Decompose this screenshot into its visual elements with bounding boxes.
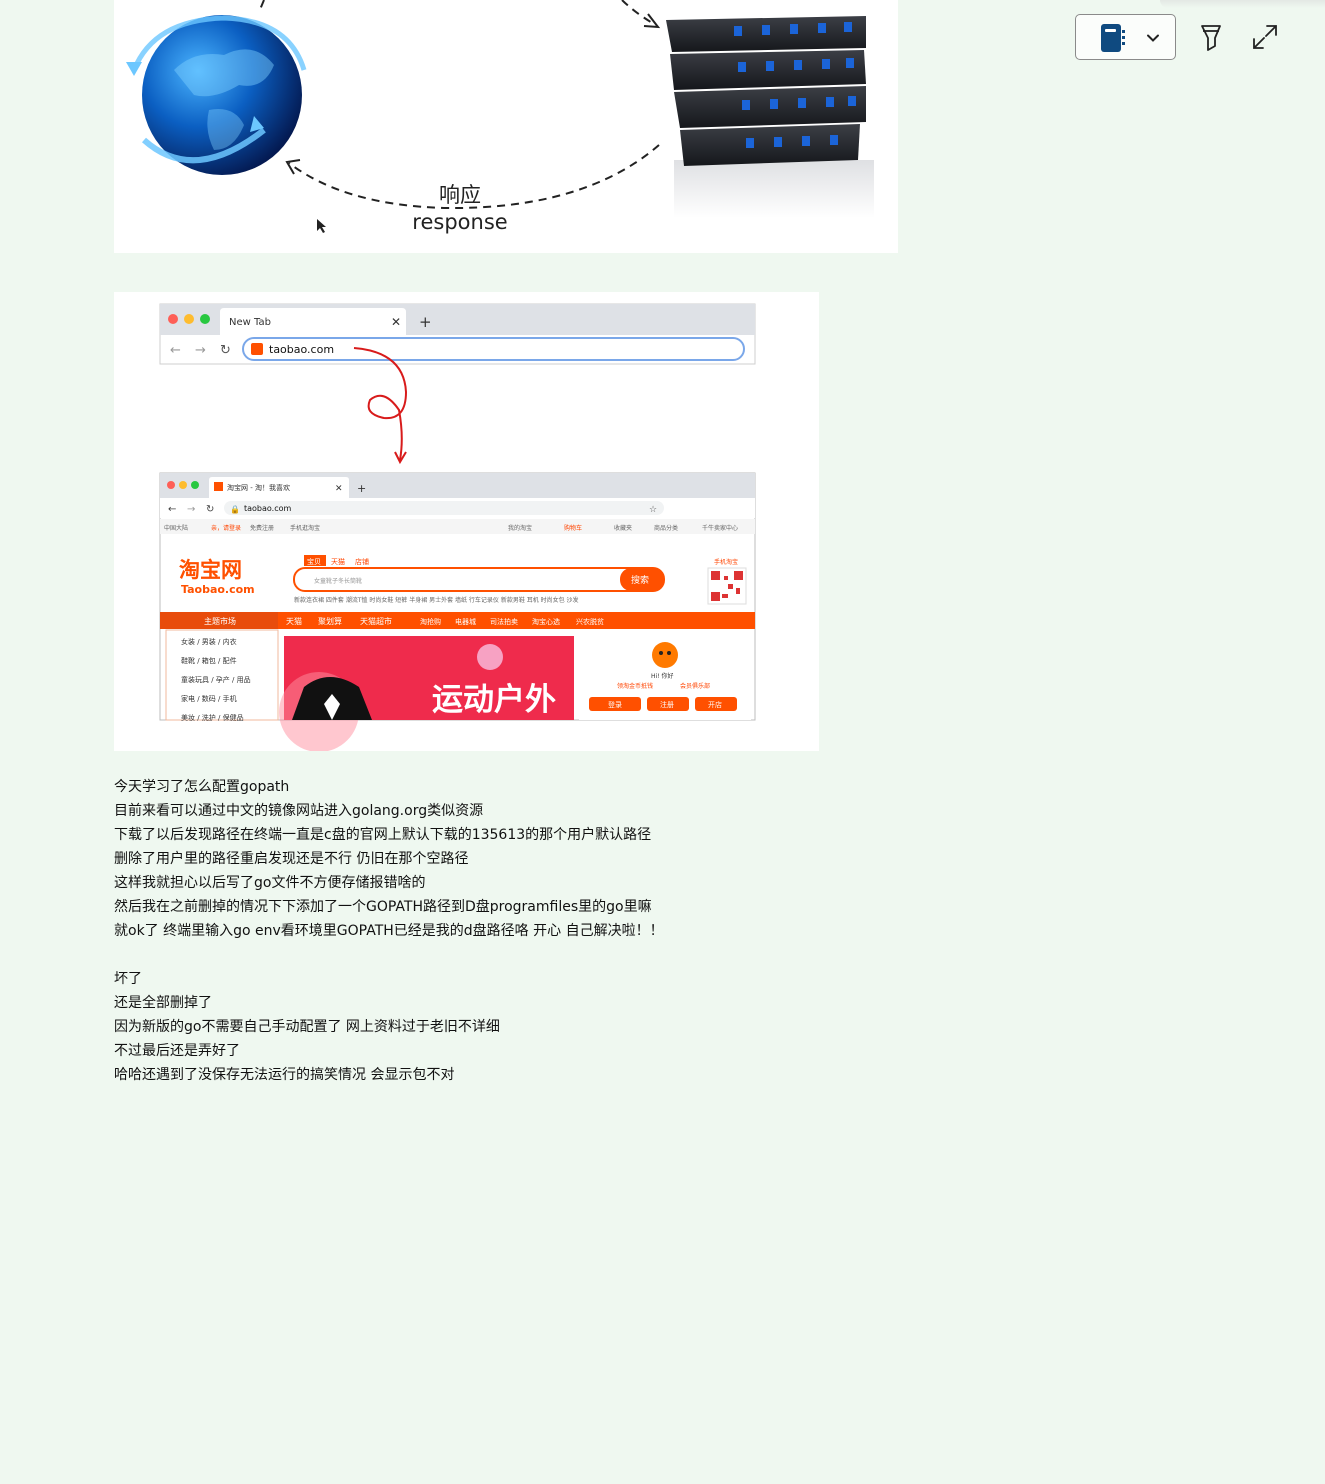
- note-line: 不过最后还是弄好了: [114, 1043, 240, 1059]
- note-line: 坏了: [114, 971, 142, 987]
- close-tab-icon: ✕: [335, 484, 343, 494]
- mobile-link: 手机逛淘宝: [290, 524, 320, 532]
- hot-words: 新款连衣裙 四件套 潮流T恤 时尚女鞋 短裤 半身裙 男士外套 墙纸 行车记录仪…: [294, 596, 579, 604]
- globe-icon: [126, 15, 307, 175]
- nav-item-auction: 司法拍卖: [490, 617, 518, 626]
- taobao-logo: 淘宝网: [179, 558, 242, 582]
- note-line: 哈哈还遇到了没保存无法运行的搞笑情况 会显示包不对: [114, 1067, 455, 1083]
- search-button: 搜索: [631, 574, 649, 586]
- reload-icon: ↻: [206, 504, 214, 515]
- nav-item-juhuasuan: 聚划算: [318, 616, 342, 626]
- nav-item-tmall: 天猫: [286, 616, 302, 626]
- cart-link: 购物车: [564, 524, 582, 532]
- notebook-switcher-button[interactable]: [1075, 14, 1176, 60]
- nav-item-xingnong: 兴农脱贫: [576, 617, 604, 626]
- search-tab-shops: 店铺: [355, 557, 369, 566]
- response-label-en: response: [412, 210, 507, 234]
- response-label-cn: 响应: [439, 183, 481, 207]
- category-link: 商品分类: [654, 524, 678, 532]
- cursor-icon: [317, 219, 326, 233]
- note-line: 然后我在之前删掉的情况下下添加了一个GOPATH路径到D盘programfile…: [114, 899, 652, 915]
- nav-item-supermarket: 天猫超市: [360, 616, 392, 626]
- nav-item-xinxuan: 淘宝心选: [532, 617, 560, 626]
- notebook-icon: [1101, 24, 1125, 52]
- banner-title: 运动户外: [432, 682, 556, 718]
- my-taobao-link: 我的淘宝: [508, 524, 532, 532]
- taobao-tab-title: 淘宝网 - 淘！我喜欢: [227, 483, 290, 492]
- greeting: Hi! 你好: [651, 672, 674, 680]
- note-line: 今天学习了怎么配置gopath: [114, 779, 290, 795]
- redirect-arrow-icon: [353, 347, 408, 461]
- taobao-window: 淘宝网 - 淘！我喜欢 ✕ + ← → ↻ 🔒 taobao.com ☆ 中国大…: [159, 472, 756, 751]
- new-tab-icon: +: [357, 482, 366, 495]
- reload-icon: ↻: [220, 343, 231, 358]
- toolbar-shadow: [1160, 0, 1325, 8]
- back-icon: ←: [168, 504, 176, 515]
- qr-label: 手机淘宝: [714, 558, 738, 566]
- category-item: 家电 / 数码 / 手机: [181, 694, 237, 703]
- new-tab-window: New Tab ✕ + ← → ↻ taobao.com: [159, 303, 756, 365]
- chevron-down-icon: [1147, 34, 1159, 42]
- forward-icon: →: [195, 343, 206, 358]
- lock-icon: 🔒: [230, 505, 240, 514]
- note-line: 这样我就担心以后写了go文件不方便存储报错啥的: [114, 875, 426, 891]
- close-tab-icon: ✕: [391, 315, 401, 329]
- request-response-diagram: 响应 response: [114, 0, 898, 253]
- note-line: 下载了以后发现路径在终端一直是c盘的官网上默认下载的135613的那个用户默认路…: [114, 827, 652, 843]
- taobao-logo-en: Taobao.com: [181, 583, 255, 596]
- category-item: 童装玩具 / 孕产 / 用品: [181, 675, 251, 684]
- star-icon: ☆: [649, 505, 657, 515]
- browser-canvas: New Tab ✕ + ← → ↻ taobao.com 淘宝网 - 淘！我喜欢…: [159, 303, 756, 751]
- forward-icon: →: [187, 504, 195, 515]
- open-shop-button: 开店: [708, 700, 722, 709]
- search-tab-tmall: 天猫: [331, 557, 345, 566]
- search-placeholder: 女童靴子冬长筒靴: [314, 577, 362, 585]
- nav-item-flash: 淘抢购: [420, 617, 441, 626]
- expand-icon[interactable]: [1250, 22, 1280, 52]
- diagram-canvas: 响应 response: [126, 0, 874, 234]
- note-line: 就ok了 终端里输入go env看环境里GOPATH已经是我的d盘路径咯 开心 …: [114, 923, 664, 939]
- note-body[interactable]: 今天学习了怎么配置gopath 目前来看可以通过中文的镜像网站进入golang.…: [114, 775, 914, 1087]
- category-item: 女装 / 男装 / 内衣: [181, 637, 237, 646]
- note-line: 删除了用户里的路径重启发现还是不行 仍旧在那个空路径: [114, 851, 469, 867]
- login-link: 亲，请登录: [211, 524, 241, 532]
- loaded-address: taobao.com: [244, 504, 292, 513]
- nav-item-electric: 电器城: [455, 617, 476, 626]
- note-line: 目前来看可以通过中文的镜像网站进入golang.org类似资源: [114, 803, 484, 819]
- nav-theme-market: 主题市场: [204, 616, 236, 626]
- highlighter-icon[interactable]: [1196, 22, 1226, 52]
- seller-link: 千牛卖家中心: [702, 524, 738, 532]
- server-stack-icon: [666, 16, 874, 218]
- note-line: 还是全部删掉了: [114, 995, 212, 1011]
- search-tab-items: 宝贝: [307, 557, 321, 566]
- back-icon: ←: [170, 343, 181, 358]
- browser-illustration: New Tab ✕ + ← → ↻ taobao.com 淘宝网 - 淘！我喜欢…: [114, 292, 819, 751]
- region-link: 中国大陆: [164, 524, 188, 532]
- new-tab-icon: +: [419, 313, 432, 331]
- category-item: 鞋靴 / 箱包 / 配件: [181, 656, 237, 665]
- favorites-link: 收藏夹: [614, 524, 632, 532]
- new-tab-title: New Tab: [229, 317, 271, 328]
- register-link: 免费注册: [250, 524, 274, 532]
- coin-link: 领淘金币抵钱: [617, 682, 653, 690]
- note-line: 因为新版的go不需要自己手动配置了 网上资料过于老旧不详细: [114, 1019, 500, 1035]
- member-link: 会员俱乐部: [680, 682, 710, 690]
- login-button: 登录: [608, 700, 622, 709]
- typed-address: taobao.com: [269, 343, 334, 356]
- register-button: 注册: [660, 700, 674, 709]
- category-item: 美妆 / 洗护 / 保健品: [181, 713, 244, 722]
